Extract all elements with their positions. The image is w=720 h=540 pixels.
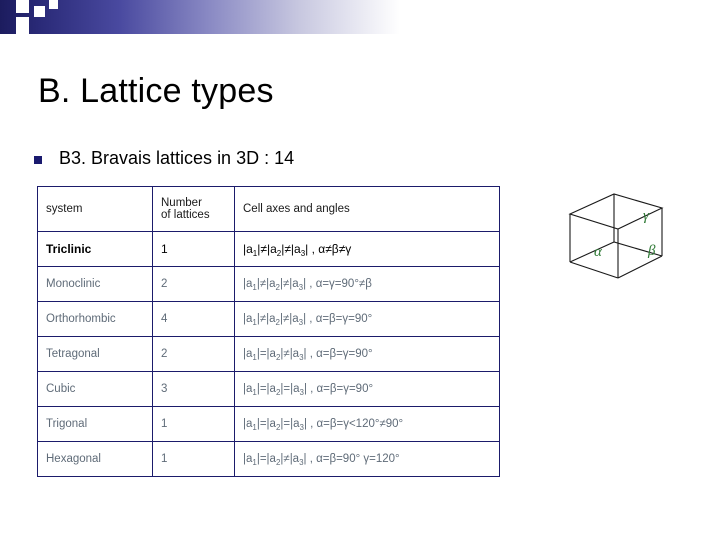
header-square-1 xyxy=(16,0,29,13)
cell-system: Orthorhombic xyxy=(37,301,153,337)
column-header-number-line1: Number xyxy=(161,197,202,209)
table-row: Triclinic 1 |a1|≠|a2|≠|a3| , α≠β≠γ xyxy=(37,231,500,267)
gamma-angle-label: γ xyxy=(643,208,650,224)
unit-cell-diagram: γ β α xyxy=(552,186,682,296)
cell-lattice-count: 2 xyxy=(152,336,235,372)
cell-axes-angles: |a1|≠|a2|≠|a3| , α≠β≠γ xyxy=(234,231,500,267)
decorative-header-bar xyxy=(0,0,720,34)
page-title: B. Lattice types xyxy=(38,72,274,110)
cell-axes-angles: |a1|≠|a2|≠|a3| , α=γ=90°≠β xyxy=(234,266,500,302)
cell-system: Cubic xyxy=(37,371,153,407)
square-bullet-icon xyxy=(34,156,42,164)
cell-axes-angles: |a1|=|a2|=|a3| , α=β=γ<120°≠90° xyxy=(234,406,500,442)
bullet-text: B3. Bravais lattices in 3D : 14 xyxy=(59,148,295,168)
header-square-3 xyxy=(16,17,29,34)
cell-system: Tetragonal xyxy=(37,336,153,372)
alpha-angle-label: α xyxy=(594,244,603,260)
table-row: Monoclinic 2 |a1|≠|a2|≠|a3| , α=γ=90°≠β xyxy=(37,266,500,302)
cell-system: Hexagonal xyxy=(37,441,153,477)
header-gradient xyxy=(0,0,720,34)
column-header-number-of-lattices: Number of lattices xyxy=(152,186,235,232)
cell-lattice-count: 3 xyxy=(152,371,235,407)
cell-system: Monoclinic xyxy=(37,266,153,302)
cell-system: Triclinic xyxy=(37,231,153,267)
header-square-4 xyxy=(49,0,58,9)
unit-cell-svg: γ β α xyxy=(568,193,664,279)
cell-axes-angles: |a1|≠|a2|≠|a3| , α=β=γ=90° xyxy=(234,301,500,337)
table-row: Orthorhombic 4 |a1|≠|a2|≠|a3| , α=β=γ=90° xyxy=(37,301,500,337)
column-header-system: system xyxy=(37,186,153,232)
header-square-2 xyxy=(34,6,45,17)
beta-angle-label: β xyxy=(647,243,656,259)
bullet-row: B3. Bravais lattices in 3D : 14 xyxy=(34,148,294,169)
cell-axes-angles: |a1|=|a2|≠|a3| , α=β=90° γ=120° xyxy=(234,441,500,477)
bravais-lattice-table: system Number of lattices Cell axes and … xyxy=(37,186,500,477)
cell-lattice-count: 2 xyxy=(152,266,235,302)
cell-system: Trigonal xyxy=(37,406,153,442)
column-header-cell-axes-and-angles: Cell axes and angles xyxy=(234,186,500,232)
table-body: system Number of lattices Cell axes and … xyxy=(37,186,500,477)
cell-lattice-count: 1 xyxy=(152,441,235,477)
cell-lattice-count: 4 xyxy=(152,301,235,337)
cell-axes-angles: |a1|=|a2|≠|a3| , α=β=γ=90° xyxy=(234,336,500,372)
cell-lattice-count: 1 xyxy=(152,406,235,442)
cell-axes-angles: |a1|=|a2|=|a3| , α=β=γ=90° xyxy=(234,371,500,407)
table-row: Hexagonal 1 |a1|=|a2|≠|a3| , α=β=90° γ=120… xyxy=(37,441,500,477)
table-row: Tetragonal 2 |a1|=|a2|≠|a3| , α=β=γ=90° xyxy=(37,336,500,372)
table-row: Cubic 3 |a1|=|a2|=|a3| , α=β=γ=90° xyxy=(37,371,500,407)
cell-lattice-count: 1 xyxy=(152,231,235,267)
column-header-number-line2: of lattices xyxy=(161,209,210,221)
table-row: Trigonal 1 |a1|=|a2|=|a3| , α=β=γ<120°≠90° xyxy=(37,406,500,442)
table-header-row: system Number of lattices Cell axes and … xyxy=(37,186,500,232)
cell-edges xyxy=(568,193,664,279)
